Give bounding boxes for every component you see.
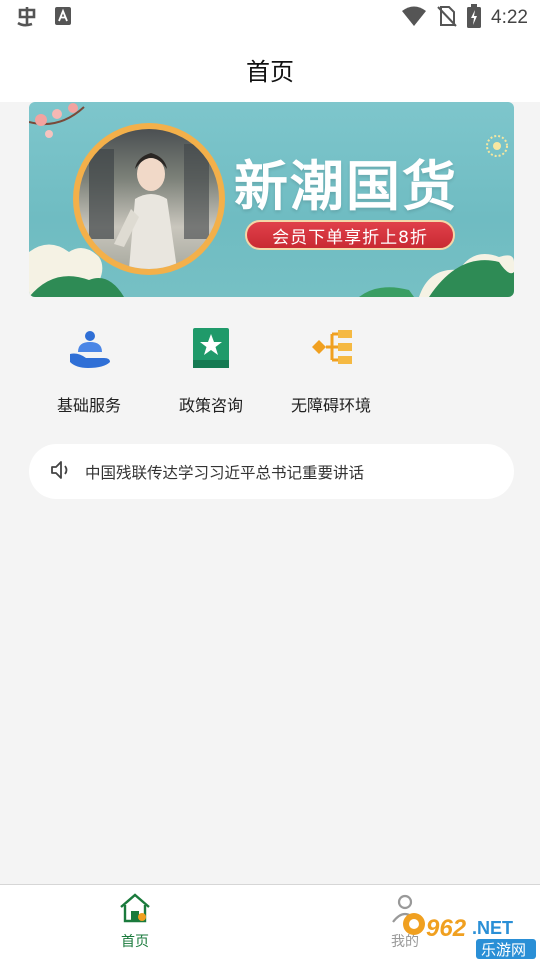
speaker-icon (49, 458, 73, 486)
wifi-icon (401, 5, 427, 31)
watermark-logo: 962 .NET 乐游网 (402, 910, 540, 960)
battery-charging-icon (467, 4, 482, 32)
menu-item-policy[interactable]: 政策咨询 (146, 322, 276, 416)
app-header: 首页 (0, 36, 540, 102)
menu-item-basic-service[interactable]: 基础服务 (24, 322, 154, 416)
home-icon (118, 891, 152, 929)
tab-home[interactable]: 首页 (90, 891, 180, 951)
menu-label: 政策咨询 (178, 396, 243, 415)
quick-menu: 基础服务 政策咨询 无障碍环境 (0, 322, 540, 422)
promo-banner[interactable]: 新潮国货 会员下单享折上8折 (29, 102, 514, 297)
watermark-net: .NET (472, 918, 513, 938)
status-bar: 4:22 (0, 0, 540, 36)
font-a-icon (54, 6, 72, 30)
status-time: 4:22 (491, 7, 528, 28)
page-title: 首页 (246, 57, 294, 86)
menu-item-accessibility[interactable]: 无障碍环境 (266, 322, 396, 416)
menu-label: 无障碍环境 (290, 396, 371, 415)
policy-star-icon (186, 322, 236, 372)
notice-bar[interactable]: 中国残联传达学习习近平总书记重要讲话 (29, 444, 514, 499)
model-portrait (73, 123, 225, 275)
notice-text: 中国残联传达学习习近平总书记重要讲话 (85, 463, 365, 482)
watermark-sub: 乐游网 (481, 941, 526, 959)
tab-label: 首页 (121, 934, 149, 950)
bug-icon (14, 3, 40, 33)
banner-title: 新潮国货 (234, 154, 458, 218)
no-sim-icon (437, 5, 457, 31)
service-hand-icon (64, 322, 114, 372)
banner-subtitle: 会员下单享折上8折 (245, 220, 455, 250)
watermark-text: 962 (426, 915, 467, 942)
menu-label: 基础服务 (56, 396, 121, 415)
accessibility-tree-icon (306, 322, 356, 372)
